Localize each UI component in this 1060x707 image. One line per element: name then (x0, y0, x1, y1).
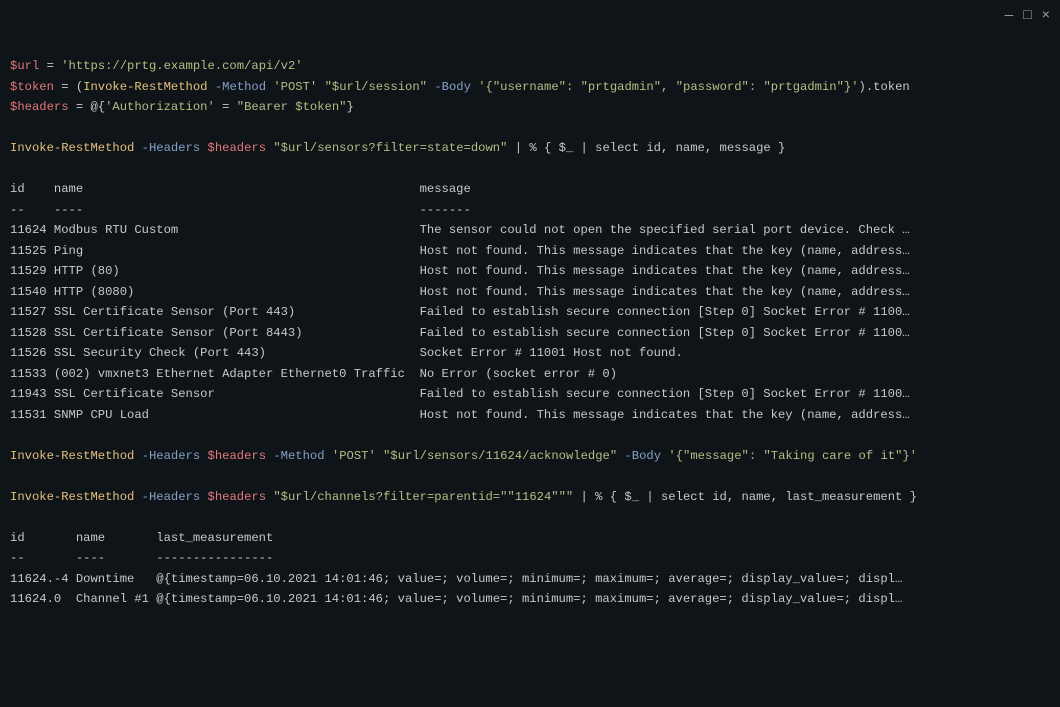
code-pipeline: | % { $_ | select id, name, message } (507, 141, 785, 155)
code-flag: -Body (434, 80, 471, 94)
code-operator: = @{ (69, 100, 106, 114)
code-cmdlet: Invoke-RestMethod (10, 490, 134, 504)
code-flag: -Headers (142, 141, 201, 155)
table-row: 11533 (002) vmxnet3 Ethernet Adapter Eth… (10, 367, 617, 381)
code-variable: $headers (208, 141, 267, 155)
table-row: 11526 SSL Security Check (Port 443) Sock… (10, 346, 683, 360)
table-row: 11624 Modbus RTU Custom The sensor could… (10, 223, 910, 237)
table-header: id name message (10, 182, 471, 196)
close-icon[interactable]: × (1042, 6, 1050, 27)
code-pipeline: | % { $_ | select id, name, last_measure… (573, 490, 917, 504)
table-row: 11624.0 Channel #1 @{timestamp=06.10.202… (10, 592, 902, 606)
code-variable: $token (10, 80, 54, 94)
code-string: "$url/sensors/11624/acknowledge" (383, 449, 617, 463)
code-operator: = (39, 59, 61, 73)
code-string: "$url/session" (325, 80, 427, 94)
table-separator: -- ---- ---------------- (10, 551, 273, 565)
code-variable: $url (10, 59, 39, 73)
code-operator: = (215, 100, 237, 114)
table-header: id name last_measurement (10, 531, 273, 545)
code-string: "Bearer $token" (237, 100, 347, 114)
code-string: 'Authorization' (105, 100, 215, 114)
code-flag: -Method (215, 80, 266, 94)
code-flag: -Method (273, 449, 324, 463)
table-separator: -- ---- ------- (10, 203, 471, 217)
table-row: 11531 SNMP CPU Load Host not found. This… (10, 408, 910, 422)
code-operator: = ( (54, 80, 83, 94)
code-string: 'https://prtg.example.com/api/v2' (61, 59, 302, 73)
table-row: 11525 Ping Host not found. This message … (10, 244, 910, 258)
table-row: 11540 HTTP (8080) Host not found. This m… (10, 285, 910, 299)
terminal-output[interactable]: $url = 'https://prtg.example.com/api/v2'… (0, 0, 1060, 620)
code-flag: -Body (624, 449, 661, 463)
table-row: 11527 SSL Certificate Sensor (Port 443) … (10, 305, 910, 319)
code-flag: -Headers (142, 449, 201, 463)
code-string: "$url/channels?filter=parentid=""11624""… (273, 490, 573, 504)
minimize-icon[interactable]: — (1005, 6, 1013, 27)
code-variable: $headers (208, 449, 267, 463)
code-flag: -Headers (142, 490, 201, 504)
code-operator: } (346, 100, 353, 114)
code-variable: $headers (10, 100, 69, 114)
table-row: 11943 SSL Certificate Sensor Failed to e… (10, 387, 910, 401)
code-string: 'POST' (273, 80, 317, 94)
maximize-icon[interactable]: □ (1023, 6, 1031, 27)
code-variable: $headers (208, 490, 267, 504)
code-cmdlet: Invoke-RestMethod (10, 141, 134, 155)
code-string: '{"message": "Taking care of it"}' (668, 449, 917, 463)
code-operator: ).token (859, 80, 910, 94)
window-controls: — □ × (1005, 6, 1050, 27)
code-string: '{"username": "prtgadmin", "password": "… (478, 80, 858, 94)
code-string: "$url/sensors?filter=state=down" (273, 141, 507, 155)
table-row: 11529 HTTP (80) Host not found. This mes… (10, 264, 910, 278)
code-string: 'POST' (332, 449, 376, 463)
table-row: 11624.-4 Downtime @{timestamp=06.10.2021… (10, 572, 902, 586)
code-cmdlet: Invoke-RestMethod (83, 80, 207, 94)
table-row: 11528 SSL Certificate Sensor (Port 8443)… (10, 326, 910, 340)
code-cmdlet: Invoke-RestMethod (10, 449, 134, 463)
